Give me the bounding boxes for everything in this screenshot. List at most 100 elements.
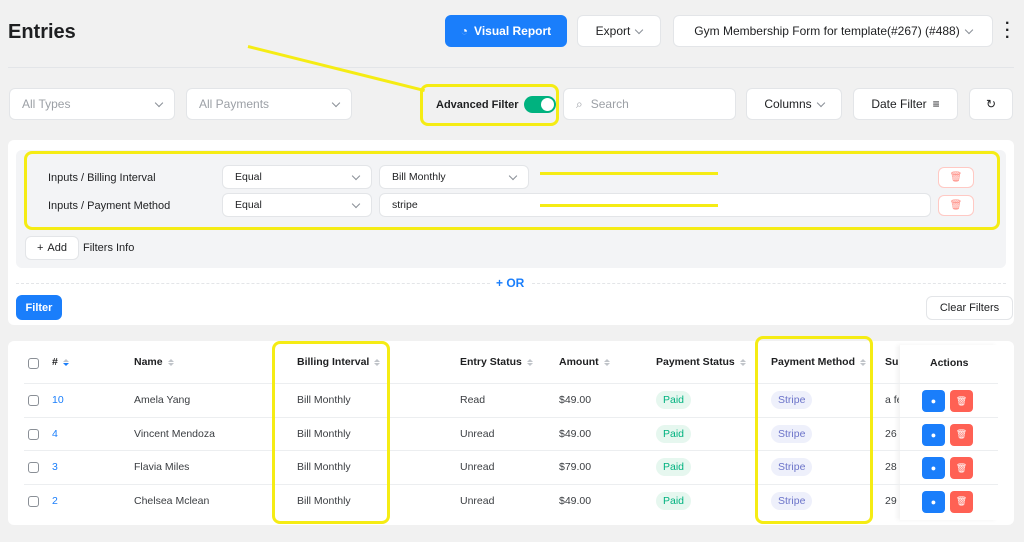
annotation-arrow (247, 45, 425, 92)
column-header-actions: Actions (930, 357, 969, 369)
refresh-icon: ↻ (985, 97, 997, 111)
form-select[interactable]: Gym Membership Form for template(#267) (… (673, 15, 993, 47)
annotation-arrow (540, 172, 718, 175)
column-header-sub[interactable]: Sub (885, 356, 899, 368)
sort-icon (860, 358, 867, 366)
eye-icon: ● (930, 496, 937, 507)
trash-icon: 🗑 (955, 395, 968, 406)
delete-filter-button[interactable]: 🗑 (938, 167, 974, 188)
add-filter-button[interactable]: + Add (25, 236, 79, 260)
filter-operator-select[interactable]: Equal (222, 165, 372, 189)
types-select[interactable]: All Types (9, 88, 175, 120)
delete-button[interactable]: 🗑 (950, 490, 973, 513)
view-button[interactable]: ● (922, 390, 945, 412)
payment-status-badge: Paid (656, 424, 692, 443)
page-title: Entries (8, 21, 76, 43)
column-header-payment-method[interactable]: Payment Method (771, 356, 867, 368)
column-header-payment-status[interactable]: Payment Status (656, 356, 746, 368)
search-input[interactable]: ⌕ Search (563, 88, 736, 120)
payment-status-badge: Paid (656, 491, 692, 510)
search-icon: ⌕ (576, 96, 583, 111)
payment-status-badge: Paid (656, 458, 692, 476)
submitted-cell: 29 (885, 494, 897, 507)
sort-icon (374, 358, 381, 366)
filter-button[interactable]: Filter (16, 295, 62, 320)
table-row[interactable]: 10 Amela Yang Bill Monthly Read $49.00 P… (24, 383, 998, 416)
entry-id-link[interactable]: 3 (52, 461, 58, 473)
row-checkbox[interactable] (28, 395, 39, 406)
filter-operator-select[interactable]: Equal (222, 193, 372, 217)
delete-button[interactable]: 🗑 (950, 457, 973, 479)
date-filter-button[interactable]: Date Filter ≡ (853, 88, 958, 120)
table-row[interactable]: 2 Chelsea Mclean Bill Monthly Unread $49… (24, 483, 998, 517)
submitted-cell: a fe (885, 394, 899, 406)
submitted-cell: 28 (885, 461, 897, 473)
sort-icon (526, 358, 533, 366)
row-checkbox[interactable] (28, 495, 39, 507)
chevron-down-icon (635, 25, 644, 34)
chevron-down-icon (508, 171, 518, 180)
payment-status-badge: Paid (656, 391, 692, 409)
name-cell: Chelsea Mclean (134, 494, 210, 507)
filter-value-select[interactable]: Bill Monthly (379, 165, 529, 189)
advanced-filter-toggle[interactable]: Advanced Filter (436, 96, 556, 113)
amount-cell: $49.00 (559, 427, 592, 440)
column-header-entry-status[interactable]: Entry Status (460, 356, 533, 368)
amount-cell: $79.00 (559, 461, 592, 473)
filter-icon: ≡ (932, 97, 940, 111)
add-or-group-button[interactable]: + OR (490, 276, 531, 290)
columns-button[interactable]: Columns (746, 88, 842, 120)
column-header-amount[interactable]: Amount (559, 356, 610, 368)
entry-id-link[interactable]: 4 (52, 428, 58, 440)
toggle-switch[interactable] (523, 96, 556, 113)
billing-interval-cell: Bill Monthly (297, 427, 351, 440)
chevron-down-icon (816, 98, 825, 107)
sort-icon (62, 358, 69, 366)
payment-method-badge: Stripe (771, 424, 813, 443)
name-cell: Vincent Mendoza (134, 427, 215, 440)
entry-status-cell: Read (460, 394, 486, 406)
chevron-down-icon (331, 98, 341, 107)
delete-filter-button[interactable]: 🗑 (938, 195, 974, 216)
visual-report-button[interactable]: ◔ Visual Report (445, 15, 567, 47)
clear-filters-button[interactable]: Clear Filters (926, 296, 1013, 320)
name-cell: Amela Yang (134, 394, 191, 406)
annotation-arrow (540, 204, 718, 207)
column-header-id[interactable]: # (52, 356, 69, 368)
table-row[interactable]: 4 Vincent Mendoza Bill Monthly Unread $4… (24, 416, 998, 450)
view-button[interactable]: ● (922, 457, 945, 479)
refresh-button[interactable]: ↻ (969, 88, 1013, 120)
trash-icon: 🗑 (949, 172, 963, 183)
table-row[interactable]: 3 Flavia Miles Bill Monthly Unread $79.0… (24, 450, 998, 483)
filters-info-link[interactable]: Filters Info (83, 242, 134, 254)
select-all-checkbox[interactable] (28, 358, 39, 369)
name-cell: Flavia Miles (134, 461, 190, 473)
export-button[interactable]: Export (577, 15, 661, 47)
trash-icon: 🗑 (955, 496, 968, 506)
more-options-icon[interactable]: · · · (1005, 16, 1010, 46)
view-button[interactable]: ● (922, 490, 945, 513)
payment-method-badge: Stripe (771, 458, 813, 476)
trash-icon: 🗑 (955, 429, 968, 439)
delete-button[interactable]: 🗑 (950, 390, 973, 412)
delete-button[interactable]: 🗑 (950, 423, 973, 446)
payment-method-badge: Stripe (771, 491, 813, 510)
eye-icon: ● (930, 463, 937, 473)
entry-id-link[interactable]: 2 (52, 495, 58, 507)
sort-icon (739, 358, 746, 366)
row-checkbox[interactable] (28, 462, 39, 473)
entry-status-cell: Unread (460, 461, 495, 473)
column-header-name[interactable]: Name (134, 356, 174, 368)
payments-select[interactable]: All Payments (186, 88, 352, 120)
eye-icon: ● (930, 396, 937, 406)
row-checkbox[interactable] (28, 428, 39, 440)
sort-icon (603, 358, 610, 366)
sort-icon (167, 358, 174, 366)
column-header-billing-interval[interactable]: Billing Interval (297, 356, 381, 368)
entry-status-cell: Unread (460, 427, 495, 440)
filter-field-label: Inputs / Payment Method (48, 200, 171, 212)
eye-icon: ● (930, 429, 937, 440)
entry-id-link[interactable]: 10 (52, 394, 64, 406)
submitted-cell: 26 (885, 427, 897, 440)
view-button[interactable]: ● (922, 423, 945, 446)
